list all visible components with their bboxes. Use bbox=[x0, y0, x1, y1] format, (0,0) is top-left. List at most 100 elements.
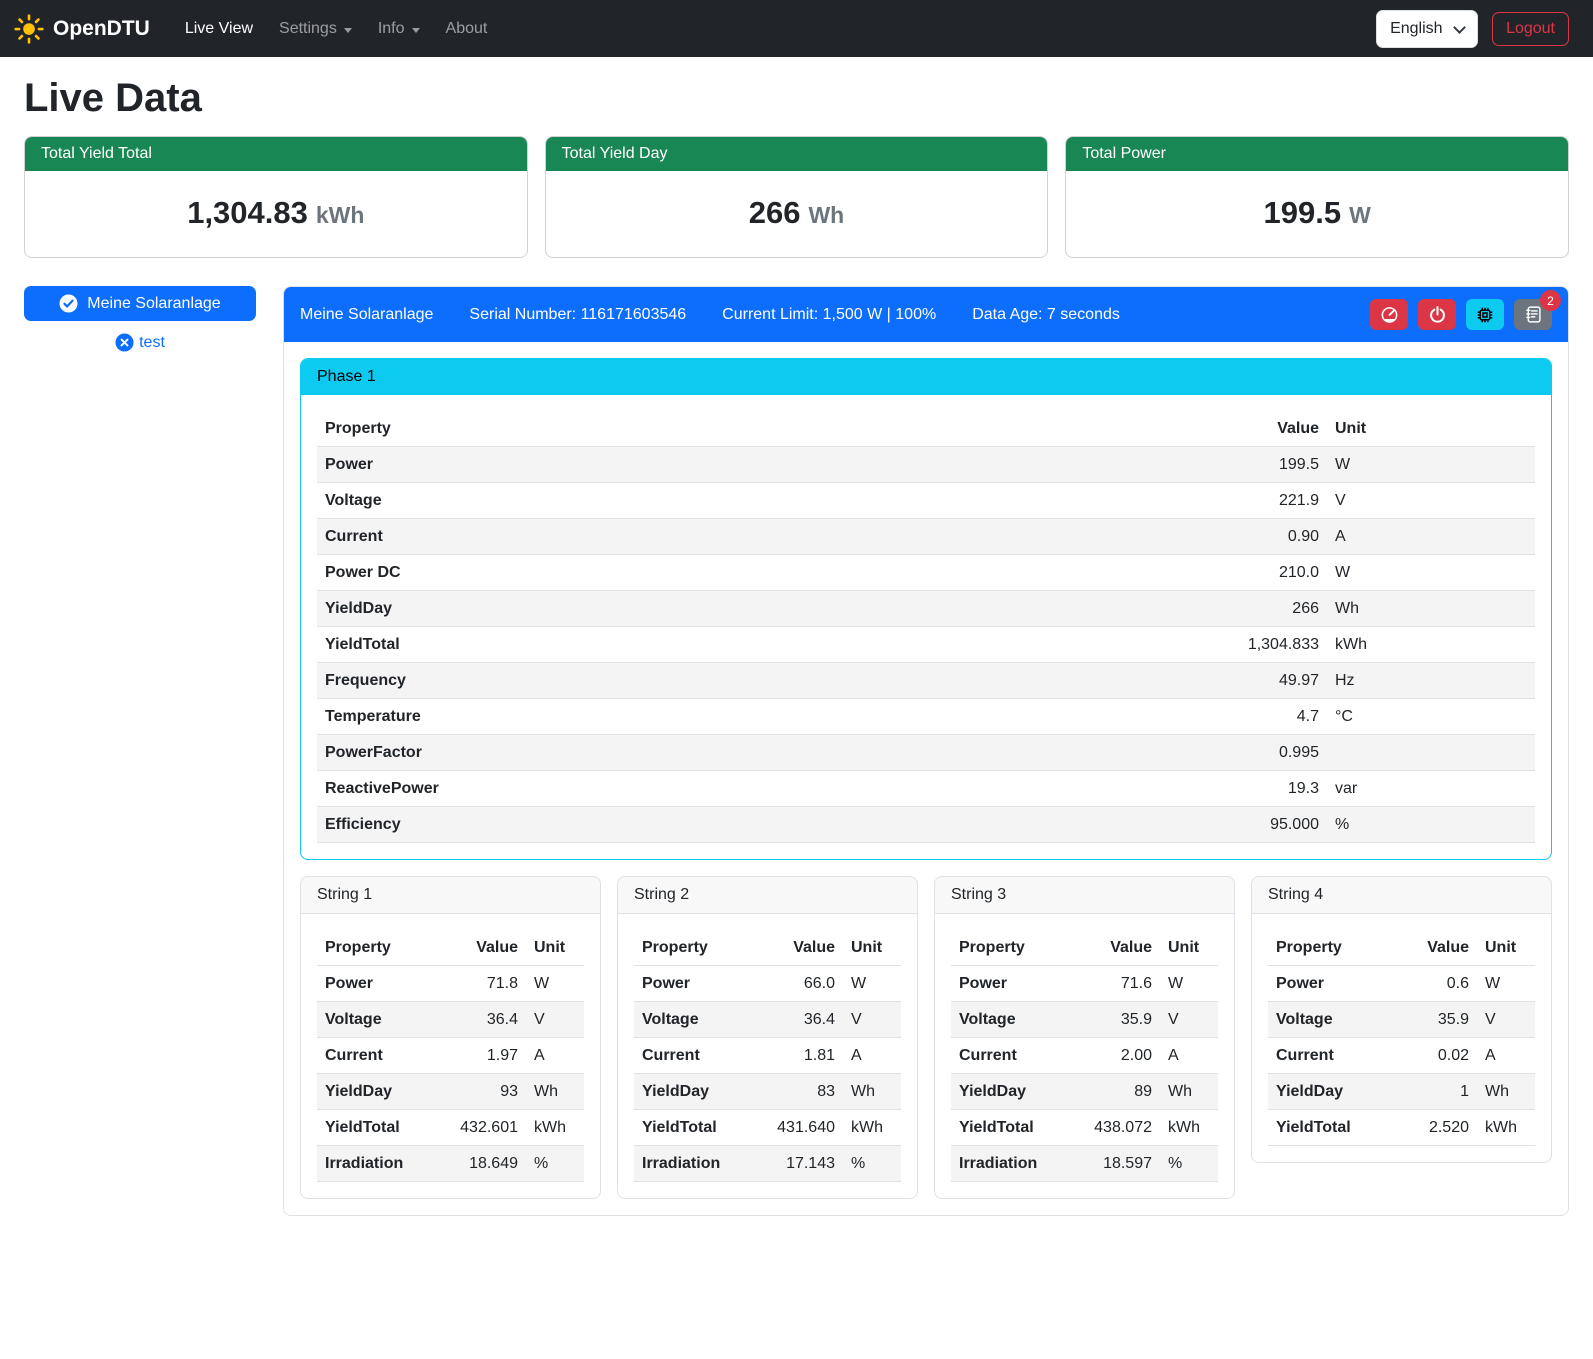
string-card: String 1PropertyValueUnitPower71.8WVolta… bbox=[300, 876, 601, 1199]
unit-cell: Wh bbox=[1327, 591, 1535, 627]
value-cell: 95.000 bbox=[1207, 807, 1327, 843]
value-cell: 1.81 bbox=[739, 1038, 843, 1074]
table-row: Current1.81A bbox=[634, 1038, 901, 1074]
column-header-unit: Unit bbox=[1327, 411, 1535, 447]
table-header-row: PropertyValueUnit bbox=[1268, 930, 1535, 966]
value-cell: 35.9 bbox=[1373, 1002, 1477, 1038]
total-yield-total-card: Total Yield Total 1,304.83kWh bbox=[24, 136, 528, 258]
property-cell: YieldTotal bbox=[317, 1110, 422, 1146]
property-cell: YieldDay bbox=[317, 1074, 422, 1110]
property-cell: YieldDay bbox=[951, 1074, 1056, 1110]
property-cell: YieldDay bbox=[634, 1074, 739, 1110]
navbar: OpenDTU Live View Settings Info About En… bbox=[0, 0, 1593, 57]
unit-cell: % bbox=[843, 1146, 901, 1182]
property-cell: Current bbox=[317, 519, 1207, 555]
table-row: Efficiency95.000% bbox=[317, 807, 1535, 843]
table-row: Current0.90A bbox=[317, 519, 1535, 555]
property-cell: ReactivePower bbox=[317, 771, 1207, 807]
property-cell: Power bbox=[317, 447, 1207, 483]
value-cell: 0.90 bbox=[1207, 519, 1327, 555]
table-row: YieldDay93Wh bbox=[317, 1074, 584, 1110]
brand-link[interactable]: OpenDTU bbox=[14, 14, 150, 44]
card-unit: W bbox=[1349, 202, 1371, 228]
card-unit: kWh bbox=[316, 202, 365, 228]
value-cell: 83 bbox=[739, 1074, 843, 1110]
language-select[interactable]: English bbox=[1376, 10, 1478, 48]
inverter-button-test[interactable]: test bbox=[24, 332, 256, 353]
phase-panel-title: Phase 1 bbox=[301, 359, 1551, 395]
table-row: YieldDay1Wh bbox=[1268, 1074, 1535, 1110]
property-cell: Current bbox=[317, 1038, 422, 1074]
speedometer-icon bbox=[1380, 305, 1399, 324]
column-header-value: Value bbox=[1373, 930, 1477, 966]
device-info-button[interactable] bbox=[1466, 299, 1504, 330]
property-cell: Temperature bbox=[317, 699, 1207, 735]
cpu-icon bbox=[1475, 305, 1495, 325]
table-row: Voltage35.9V bbox=[951, 1002, 1218, 1038]
property-cell: Frequency bbox=[317, 663, 1207, 699]
column-header-property: Property bbox=[317, 930, 422, 966]
string-card-title: String 3 bbox=[935, 877, 1234, 914]
value-cell: 0.02 bbox=[1373, 1038, 1477, 1074]
property-cell: Efficiency bbox=[317, 807, 1207, 843]
value-cell: 1 bbox=[1373, 1074, 1477, 1110]
value-cell: 49.97 bbox=[1207, 663, 1327, 699]
nav-item-settings[interactable]: Settings bbox=[266, 12, 365, 46]
column-header-property: Property bbox=[951, 930, 1056, 966]
table-row: Current2.00A bbox=[951, 1038, 1218, 1074]
language-select-wrap: English bbox=[1376, 10, 1478, 48]
value-cell: 18.649 bbox=[422, 1146, 526, 1182]
journal-text-icon bbox=[1524, 305, 1543, 324]
unit-cell: Wh bbox=[526, 1074, 584, 1110]
value-cell: 0.6 bbox=[1373, 966, 1477, 1002]
limit-settings-button[interactable] bbox=[1370, 299, 1408, 330]
table-row: YieldTotal431.640kWh bbox=[634, 1110, 901, 1146]
property-cell: Voltage bbox=[951, 1002, 1056, 1038]
logout-button[interactable]: Logout bbox=[1492, 12, 1569, 46]
table-row: Current0.02A bbox=[1268, 1038, 1535, 1074]
table-row: Frequency49.97Hz bbox=[317, 663, 1535, 699]
property-cell: PowerFactor bbox=[317, 735, 1207, 771]
property-cell: Irradiation bbox=[951, 1146, 1056, 1182]
property-cell: Current bbox=[1268, 1038, 1373, 1074]
nav-item-info[interactable]: Info bbox=[365, 12, 433, 46]
value-cell: 36.4 bbox=[739, 1002, 843, 1038]
table-row: Irradiation17.143% bbox=[634, 1146, 901, 1182]
column-header-property: Property bbox=[634, 930, 739, 966]
card-value: 199.5 bbox=[1264, 195, 1342, 230]
page-title: Live Data bbox=[24, 76, 1569, 121]
navbar-right: English Logout bbox=[1376, 10, 1569, 48]
property-cell: Power bbox=[317, 966, 422, 1002]
inverter-card-body: Phase 1 Property Value Unit Power199.5WV… bbox=[284, 342, 1568, 1215]
table-row: PowerFactor0.995 bbox=[317, 735, 1535, 771]
unit-cell: A bbox=[1327, 519, 1535, 555]
property-cell: Power bbox=[634, 966, 739, 1002]
power-settings-button[interactable] bbox=[1418, 299, 1456, 330]
nav-item-about[interactable]: About bbox=[433, 12, 501, 46]
table-row: Voltage221.9V bbox=[317, 483, 1535, 519]
inverter-button-selected[interactable]: Meine Solaranlage bbox=[24, 286, 256, 321]
value-cell: 221.9 bbox=[1207, 483, 1327, 519]
unit-cell: W bbox=[1327, 447, 1535, 483]
current-limit: Current Limit: 1,500 W | 100% bbox=[722, 306, 936, 324]
unit-cell: A bbox=[526, 1038, 584, 1074]
unit-cell: V bbox=[526, 1002, 584, 1038]
unit-cell: kWh bbox=[1327, 627, 1535, 663]
sun-icon bbox=[14, 14, 44, 44]
value-cell: 432.601 bbox=[422, 1110, 526, 1146]
value-cell: 266 bbox=[1207, 591, 1327, 627]
table-row: Power71.8W bbox=[317, 966, 584, 1002]
unit-cell: W bbox=[526, 966, 584, 1002]
table-row: ReactivePower19.3var bbox=[317, 771, 1535, 807]
nav-item-live-view[interactable]: Live View bbox=[172, 12, 266, 46]
table-header-row: PropertyValueUnit bbox=[634, 930, 901, 966]
inverter-card-header: Meine Solaranlage Serial Number: 1161716… bbox=[284, 287, 1568, 342]
unit-cell: W bbox=[843, 966, 901, 1002]
string-table: PropertyValueUnitPower0.6WVoltage35.9VCu… bbox=[1268, 930, 1535, 1146]
strings-row: String 1PropertyValueUnitPower71.8WVolta… bbox=[300, 876, 1552, 1199]
event-count-badge: 2 bbox=[1540, 290, 1561, 311]
table-row: YieldTotal438.072kWh bbox=[951, 1110, 1218, 1146]
column-header-unit: Unit bbox=[1477, 930, 1535, 966]
table-row: Temperature4.7°C bbox=[317, 699, 1535, 735]
event-log-button[interactable]: 2 bbox=[1514, 299, 1552, 330]
